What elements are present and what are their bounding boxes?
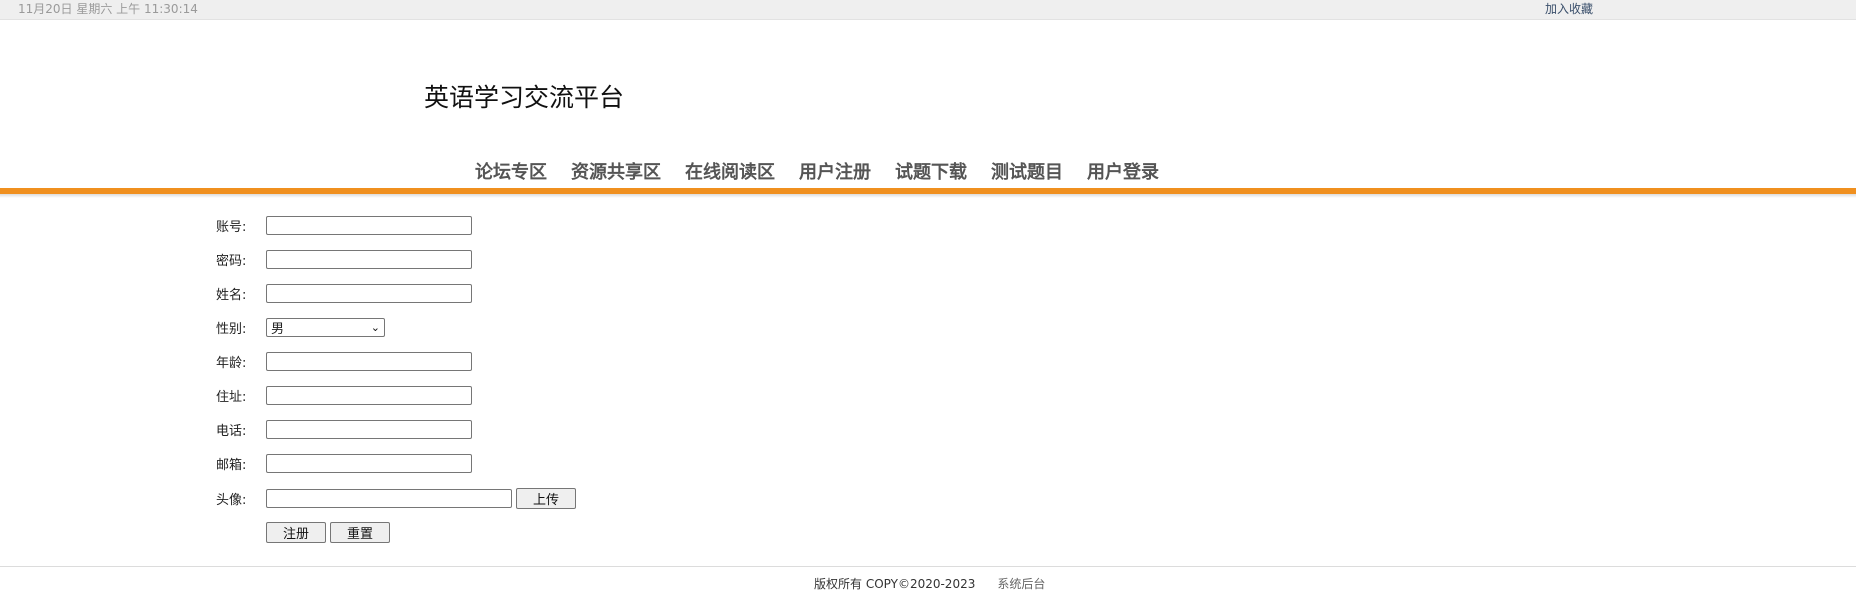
age-label: 年龄:: [216, 355, 247, 371]
password-input[interactable]: [266, 249, 472, 269]
nav-item-register[interactable]: 用户注册: [799, 160, 871, 186]
password-row: 密码:: [216, 247, 472, 271]
top-bar: 11月20日 星期六 上午 11:30:14 加入收藏: [0, 0, 1856, 20]
phone-row: 电话:: [216, 417, 472, 441]
nav-item-login[interactable]: 用户登录: [1087, 160, 1159, 186]
site-title: 英语学习交流平台: [424, 83, 625, 112]
nav-item-tests[interactable]: 测试题目: [991, 160, 1063, 186]
account-label: 账号:: [216, 219, 247, 235]
address-label: 住址:: [216, 389, 247, 405]
gender-selected-value: 男: [271, 321, 285, 337]
avatar-row: 头像: 上传: [216, 486, 576, 510]
address-input[interactable]: [266, 385, 472, 405]
account-row: 账号:: [216, 213, 472, 237]
datetime-text: 11月20日 星期六 上午 11:30:14: [18, 2, 198, 16]
gender-row: 性别: 男 ⌄: [216, 315, 385, 339]
admin-link[interactable]: 系统后台: [997, 575, 1045, 592]
email-row: 邮箱:: [216, 451, 472, 475]
phone-label: 电话:: [216, 423, 247, 439]
form-actions: 注册 重置: [266, 520, 390, 544]
gender-select[interactable]: 男 ⌄: [266, 317, 385, 337]
avatar-path-input[interactable]: [266, 488, 512, 508]
upload-button[interactable]: 上传: [516, 487, 576, 509]
register-button[interactable]: 注册: [266, 521, 326, 543]
name-label: 姓名:: [216, 287, 247, 303]
copyright-text: 版权所有 COPY©2020-2023: [814, 577, 976, 591]
name-input[interactable]: [266, 283, 472, 303]
phone-input[interactable]: [266, 419, 472, 439]
age-input[interactable]: [266, 351, 472, 371]
bookmark-link[interactable]: 加入收藏: [1545, 1, 1593, 17]
account-input[interactable]: [266, 215, 472, 235]
age-row: 年龄:: [216, 349, 472, 373]
footer: 版权所有 COPY©2020-2023 系统后台: [814, 575, 1045, 592]
nav-item-forum[interactable]: 论坛专区: [475, 160, 547, 186]
avatar-label: 头像:: [216, 492, 247, 508]
nav-item-reading[interactable]: 在线阅读区: [685, 160, 775, 186]
footer-divider: [0, 566, 1856, 567]
nav-item-resources[interactable]: 资源共享区: [571, 160, 661, 186]
email-input[interactable]: [266, 453, 472, 473]
name-row: 姓名:: [216, 281, 472, 305]
gender-label: 性别:: [216, 321, 247, 337]
nav-item-downloads[interactable]: 试题下载: [895, 160, 967, 186]
chevron-down-icon: ⌄: [370, 320, 380, 334]
reset-button[interactable]: 重置: [330, 521, 390, 543]
password-label: 密码:: [216, 253, 247, 269]
address-row: 住址:: [216, 383, 472, 407]
main-nav: 论坛专区 资源共享区 在线阅读区 用户注册 试题下载 测试题目 用户登录: [475, 160, 1159, 186]
email-label: 邮箱:: [216, 457, 247, 473]
nav-shadow: [0, 194, 1856, 198]
